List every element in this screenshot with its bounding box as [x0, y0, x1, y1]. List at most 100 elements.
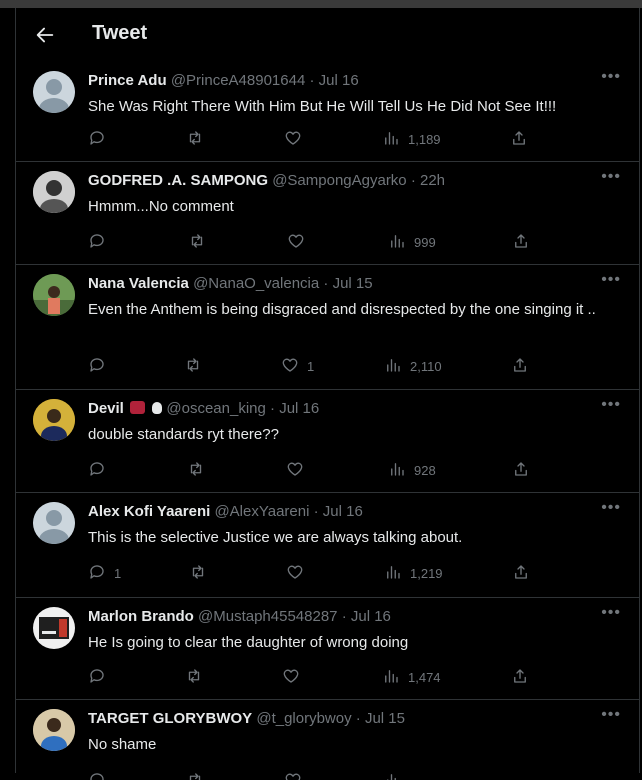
reply-date[interactable]: Jul 15: [365, 710, 405, 727]
reply-button[interactable]: [88, 355, 114, 377]
share-icon: [511, 667, 529, 688]
reply-item[interactable]: TARGET GLORYBWOY @t_glorybwoy · Jul 15 •…: [16, 700, 639, 780]
views-button[interactable]: 1,219: [384, 562, 443, 584]
views-button[interactable]: 1,474: [382, 666, 441, 688]
more-icon[interactable]: •••: [601, 271, 621, 289]
like-button[interactable]: [286, 562, 312, 584]
views-button[interactable]: 2,110: [384, 355, 442, 377]
reply-text: He Is going to clear the daughter of wro…: [88, 631, 628, 654]
author-name[interactable]: Marlon Brando: [88, 608, 194, 625]
author-name[interactable]: Prince Adu: [88, 72, 167, 89]
like-button[interactable]: 1: [281, 355, 314, 377]
avatar[interactable]: [33, 71, 75, 113]
reply-icon: [88, 460, 106, 481]
like-button[interactable]: [284, 128, 310, 150]
reply-button[interactable]: [88, 666, 114, 688]
author-handle[interactable]: @NanaO_valencia: [193, 275, 319, 292]
author-name[interactable]: Devil: [88, 400, 124, 417]
more-icon[interactable]: •••: [601, 396, 621, 414]
action-bar: 1 1,219: [88, 562, 608, 584]
action-bar: 1 2,110: [88, 355, 608, 377]
apple-logo-icon: [152, 402, 162, 414]
author-handle[interactable]: @oscean_king: [166, 400, 265, 417]
share-button[interactable]: [511, 355, 529, 377]
like-icon: [286, 460, 304, 481]
reply-date[interactable]: Jul 16: [323, 503, 363, 520]
avatar[interactable]: [33, 399, 75, 441]
reply-button[interactable]: [88, 459, 114, 481]
separator-dot: ·: [314, 503, 319, 520]
share-button[interactable]: [512, 231, 530, 253]
author-handle[interactable]: @Mustaph45548287: [198, 608, 338, 625]
reply-meta: TARGET GLORYBWOY @t_glorybwoy · Jul 15: [88, 710, 405, 727]
reply-icon: [88, 563, 106, 584]
avatar[interactable]: [33, 502, 75, 544]
retweet-button[interactable]: [189, 562, 207, 584]
reply-item[interactable]: Marlon Brando @Mustaph45548287 · Jul 16 …: [16, 598, 639, 700]
avatar[interactable]: [33, 274, 75, 316]
reply-item[interactable]: Nana Valencia @NanaO_valencia · Jul 15 •…: [16, 265, 639, 390]
avatar[interactable]: [33, 607, 75, 649]
retweet-button[interactable]: [185, 666, 203, 688]
retweet-button[interactable]: [188, 231, 206, 253]
reply-button[interactable]: [88, 770, 106, 780]
views-button[interactable]: [384, 770, 402, 780]
back-arrow-icon[interactable]: [34, 24, 56, 46]
author-handle[interactable]: @PrinceA48901644: [171, 72, 306, 89]
avatar[interactable]: [33, 171, 75, 213]
retweet-button[interactable]: [184, 355, 202, 377]
share-button[interactable]: [512, 459, 530, 481]
like-button[interactable]: [286, 459, 312, 481]
reply-date[interactable]: 22h: [420, 172, 445, 189]
reply-button[interactable]: [88, 231, 114, 253]
retweet-button[interactable]: [186, 128, 212, 150]
views-icon: [382, 129, 400, 150]
views-button[interactable]: 999: [388, 231, 436, 253]
more-icon[interactable]: •••: [601, 706, 621, 724]
like-button[interactable]: [282, 666, 308, 688]
reply-icon: [88, 129, 106, 150]
more-icon[interactable]: •••: [601, 604, 621, 622]
reply-item[interactable]: Prince Adu @PrinceA48901644 · Jul 16 •••…: [16, 62, 639, 162]
views-button[interactable]: 1,189: [382, 128, 441, 150]
action-bar: 999: [88, 231, 608, 253]
share-button[interactable]: [512, 562, 530, 584]
like-icon: [287, 232, 305, 253]
reply-item[interactable]: Alex Kofi Yaareni @AlexYaareni · Jul 16 …: [16, 493, 639, 598]
share-icon: [510, 129, 528, 150]
more-icon[interactable]: •••: [601, 499, 621, 517]
reply-item[interactable]: Devil @oscean_king · Jul 16 ••• double s…: [16, 390, 639, 493]
separator-dot: ·: [323, 275, 328, 292]
action-bar: 928: [88, 459, 608, 481]
separator-dot: ·: [356, 710, 361, 727]
retweet-button[interactable]: [186, 770, 204, 780]
reply-count: 1: [114, 566, 121, 581]
like-button[interactable]: [287, 231, 313, 253]
reply-button[interactable]: 1: [88, 562, 121, 584]
action-bar: 1,474: [88, 666, 608, 688]
more-icon[interactable]: •••: [601, 168, 621, 186]
author-handle[interactable]: @SampongAgyarko: [272, 172, 406, 189]
reply-text: She Was Right There With Him But He Will…: [88, 95, 628, 118]
avatar[interactable]: [33, 709, 75, 751]
share-button[interactable]: [511, 666, 529, 688]
author-handle[interactable]: @t_glorybwoy: [256, 710, 351, 727]
reply-date[interactable]: Jul 16: [319, 72, 359, 89]
retweet-button[interactable]: [187, 459, 205, 481]
more-icon[interactable]: •••: [601, 68, 621, 86]
author-name[interactable]: TARGET GLORYBWOY: [88, 710, 252, 727]
reply-text: Even the Anthem is being disgraced and d…: [88, 298, 628, 321]
reply-date[interactable]: Jul 16: [279, 400, 319, 417]
reply-date[interactable]: Jul 15: [333, 275, 373, 292]
like-button[interactable]: [284, 770, 302, 780]
reply-meta: GODFRED .A. SAMPONG @SampongAgyarko · 22…: [88, 172, 445, 189]
share-button[interactable]: [510, 128, 528, 150]
author-name[interactable]: GODFRED .A. SAMPONG: [88, 172, 268, 189]
reply-date[interactable]: Jul 16: [351, 608, 391, 625]
views-button[interactable]: 928: [388, 459, 436, 481]
reply-button[interactable]: [88, 128, 114, 150]
author-name[interactable]: Alex Kofi Yaareni: [88, 503, 210, 520]
reply-item[interactable]: GODFRED .A. SAMPONG @SampongAgyarko · 22…: [16, 162, 639, 265]
author-name[interactable]: Nana Valencia: [88, 275, 189, 292]
author-handle[interactable]: @AlexYaareni: [214, 503, 309, 520]
